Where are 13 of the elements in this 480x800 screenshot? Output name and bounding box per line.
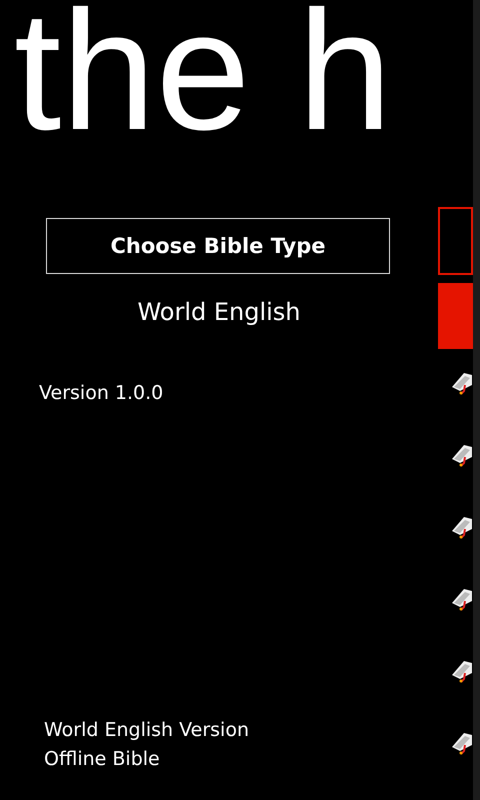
bible-type-label: World English (136, 298, 302, 326)
book-icon (450, 443, 473, 467)
book-icon (450, 587, 473, 611)
footer-text: World English Version (44, 718, 250, 743)
choose-bible-type-button[interactable]: Choose Bible Type (46, 218, 390, 274)
page-title: the h (14, 0, 394, 150)
book-icon (450, 731, 473, 755)
book-icon (450, 371, 473, 395)
version-label: Version 1.0.0 (39, 382, 164, 404)
book-icon (450, 659, 473, 683)
footer-text: Offline Bible (44, 747, 161, 772)
menu-button[interactable] (438, 207, 473, 275)
book-icon (450, 515, 473, 539)
